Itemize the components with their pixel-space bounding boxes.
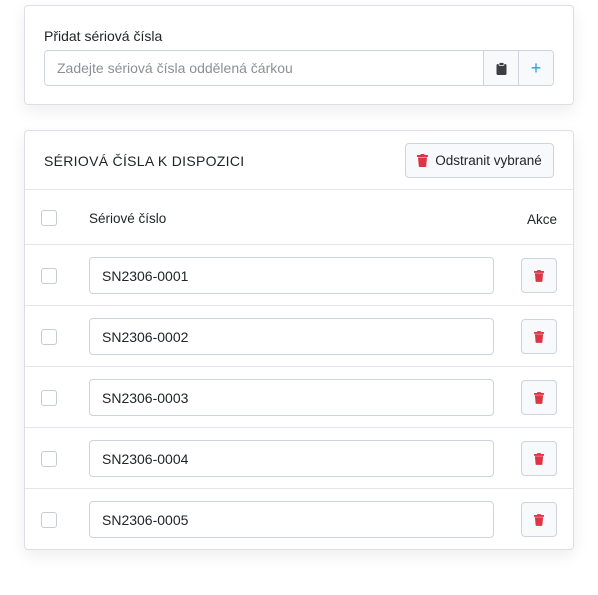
plus-icon: + [530, 58, 542, 78]
trash-icon [417, 154, 429, 167]
trash-icon [534, 269, 544, 282]
table-row [25, 245, 573, 306]
delete-row-button[interactable] [521, 258, 557, 293]
add-serials-card: Přidat sériová čísla + [24, 5, 574, 105]
row-checkbox[interactable] [41, 512, 57, 528]
available-serials-header: SÉRIOVÁ ČÍSLA K DISPOZICI Odstranit vybr… [25, 131, 573, 190]
serial-number-input[interactable] [89, 440, 494, 477]
trash-icon [534, 391, 544, 404]
available-serials-card: SÉRIOVÁ ČÍSLA K DISPOZICI Odstranit vybr… [24, 130, 574, 550]
column-header-actions: Akce [526, 212, 557, 227]
row-checkbox[interactable] [41, 390, 57, 406]
remove-selected-button[interactable]: Odstranit vybrané [405, 143, 554, 178]
table-header: Sériové číslo Akce [25, 190, 573, 245]
add-serials-button[interactable]: + [518, 51, 553, 85]
row-checkbox[interactable] [41, 329, 57, 345]
serial-number-input[interactable] [89, 501, 494, 538]
table-row [25, 306, 573, 367]
paste-button[interactable] [483, 51, 518, 85]
add-serials-input-group: + [44, 50, 554, 86]
serial-number-input[interactable] [89, 379, 494, 416]
row-checkbox[interactable] [41, 451, 57, 467]
trash-icon [534, 330, 544, 343]
serials-input[interactable] [45, 51, 483, 85]
trash-icon [534, 452, 544, 465]
column-header-serial: Sériové číslo [89, 211, 167, 226]
delete-row-button[interactable] [521, 380, 557, 415]
available-serials-title: SÉRIOVÁ ČÍSLA K DISPOZICI [44, 153, 245, 169]
select-all-checkbox[interactable] [41, 210, 57, 226]
delete-row-button[interactable] [521, 502, 557, 537]
serial-number-input[interactable] [89, 318, 494, 355]
delete-row-button[interactable] [521, 441, 557, 476]
delete-row-button[interactable] [521, 319, 557, 354]
row-checkbox[interactable] [41, 268, 57, 284]
table-row [25, 428, 573, 489]
trash-icon [534, 513, 544, 526]
table-row [25, 489, 573, 550]
add-serials-label: Přidat sériová čísla [44, 28, 163, 44]
remove-selected-label: Odstranit vybrané [435, 153, 542, 168]
table-row [25, 367, 573, 428]
clipboard-icon [496, 61, 506, 75]
serial-number-input[interactable] [89, 257, 494, 294]
